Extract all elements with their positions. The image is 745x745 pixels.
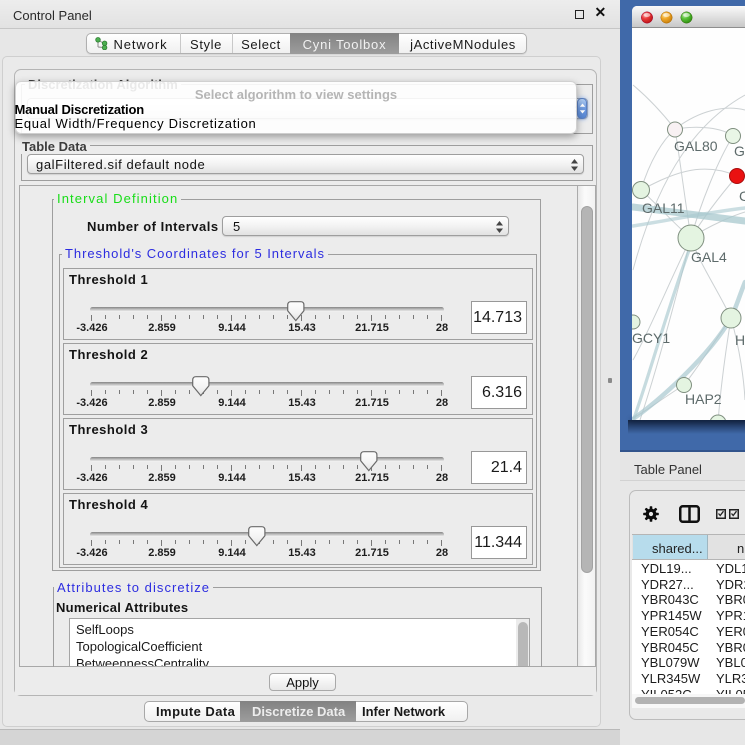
svg-text:GAL80: GAL80 [674, 138, 718, 154]
svg-text:GAL11: GAL11 [642, 200, 685, 216]
svg-text:CY: CY [739, 188, 745, 204]
svg-text:GAL4: GAL4 [691, 249, 727, 265]
svg-text:GAL: GAL [734, 143, 745, 159]
svg-text:GCY1: GCY1 [632, 330, 670, 346]
svg-text:HI: HI [735, 332, 745, 348]
svg-text:HAP2: HAP2 [685, 391, 722, 407]
